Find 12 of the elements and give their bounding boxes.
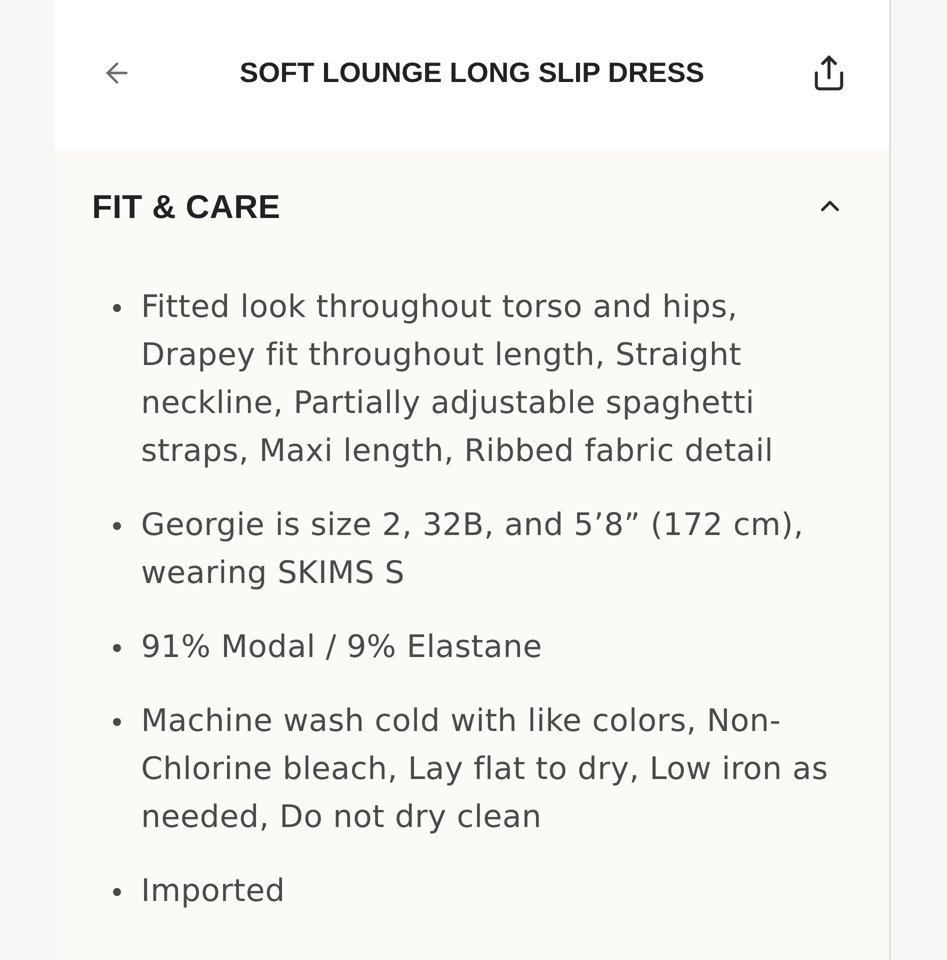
accordion-header[interactable]: FIT & CARE <box>92 150 845 262</box>
list-item-text: Imported <box>141 872 286 911</box>
bullet-icon <box>113 718 121 726</box>
list-item-text: 91% Modal / 9% Elastane <box>141 628 542 667</box>
list-item-text: Fitted look throughout torso and hips, Drapey fit throughout length, Straight neckline, Partially adjustable spaghetti straps, Maxi length, Ribbed fabric detail <box>141 288 774 471</box>
list-item-text: Georgie is size 2, 32B, and 5’8” (172 cm), wearing SKIMS S <box>141 506 805 593</box>
product-title: SOFT LOUNGE LONG SLIP DRESS <box>240 59 704 87</box>
bullet-icon <box>113 522 121 530</box>
bullet-icon <box>113 304 121 312</box>
bullet-icon <box>113 888 121 896</box>
list-item-text: Machine wash cold with like colors, Non-Chlorine bleach, Lay flat to dry, Low iron as needed, Do not dry clean <box>141 702 830 837</box>
bullet-icon <box>113 644 121 652</box>
